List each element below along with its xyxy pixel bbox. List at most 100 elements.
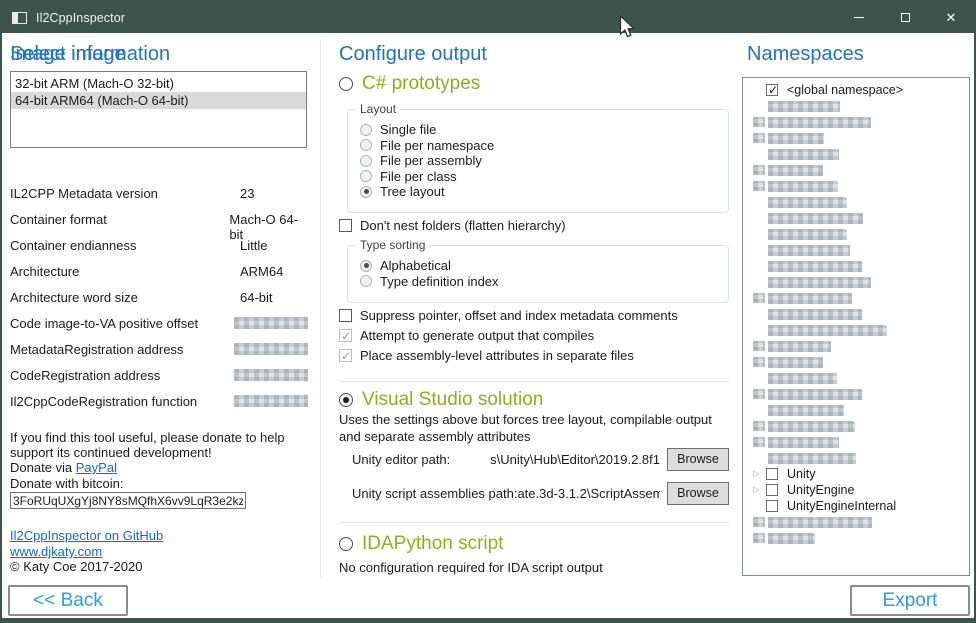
close-button[interactable]: ✕ bbox=[928, 2, 974, 33]
output-option-visual-studio[interactable]: Visual Studio solution bbox=[339, 389, 543, 411]
checkbox-label: Suppress pointer, offset and index metad… bbox=[360, 308, 678, 323]
info-value: 23 bbox=[240, 186, 254, 201]
namespace-row[interactable]: UnityEngineInternal bbox=[743, 498, 969, 514]
minimize-icon bbox=[854, 17, 864, 18]
namespace-row[interactable]: ▷UnityEngine bbox=[743, 482, 969, 498]
image-info-row: ArchitectureARM64 bbox=[10, 264, 308, 290]
section-separator bbox=[339, 381, 729, 382]
redacted-namespace-row bbox=[743, 338, 969, 354]
github-link[interactable]: Il2CppInspector on GitHub bbox=[10, 528, 163, 543]
minimize-button[interactable] bbox=[836, 2, 882, 33]
radio-option[interactable]: Single file bbox=[360, 122, 728, 138]
redacted-namespace-row bbox=[743, 274, 969, 290]
radio-button[interactable] bbox=[360, 186, 372, 198]
namespace-checkbox[interactable] bbox=[766, 468, 778, 480]
checkbox-option[interactable]: Place assembly-level attributes in separ… bbox=[339, 345, 678, 365]
redacted-namespace-row bbox=[743, 418, 969, 434]
output-option-label: Visual Studio solution bbox=[362, 389, 543, 411]
paypal-link[interactable]: PayPal bbox=[76, 460, 117, 475]
checkbox-option[interactable]: Attempt to generate output that compiles bbox=[339, 325, 678, 345]
namespace-row[interactable]: <global namespace> bbox=[743, 82, 969, 98]
expander-icon[interactable]: ▷ bbox=[753, 485, 766, 495]
namespace-checkbox[interactable] bbox=[766, 84, 778, 96]
redacted-namespace bbox=[768, 277, 871, 288]
redacted-namespace bbox=[768, 325, 887, 336]
redacted-namespace-row bbox=[743, 306, 969, 322]
radio-option[interactable]: File per namespace bbox=[360, 138, 728, 154]
browse-script-path-button[interactable]: Browse bbox=[667, 482, 729, 505]
unity-editor-path-row: Unity editor path: s\Unity\Hub\Editor\20… bbox=[352, 447, 729, 471]
namespaces-listbox[interactable]: <global namespace> ▷ Unity▷UnityEngineUnit… bbox=[742, 77, 970, 576]
maximize-button[interactable] bbox=[882, 2, 928, 33]
radio-option[interactable]: File per class bbox=[360, 169, 728, 185]
radio-option[interactable]: Tree layout bbox=[360, 184, 728, 200]
info-label: Architecture word size bbox=[10, 290, 240, 305]
radio-option[interactable]: Alphabetical bbox=[360, 258, 728, 274]
output-option-idapython[interactable]: IDAPython script bbox=[339, 533, 504, 555]
image-listbox[interactable]: 32-bit ARM (Mach-O 32-bit)64-bit ARM64 (… bbox=[10, 71, 307, 148]
close-icon: ✕ bbox=[946, 11, 957, 24]
export-button[interactable]: Export bbox=[850, 585, 970, 616]
expander-icon[interactable]: ▷ bbox=[753, 469, 766, 479]
redacted-lead bbox=[753, 181, 765, 191]
radio-label: Type definition index bbox=[380, 274, 499, 289]
redacted-namespace bbox=[768, 309, 862, 320]
radio-button[interactable] bbox=[360, 275, 372, 287]
checkbox-option[interactable]: Suppress pointer, offset and index metad… bbox=[339, 305, 678, 325]
image-info-row: CodeRegistration address bbox=[10, 368, 308, 394]
titlebar[interactable]: Il2CppInspector ✕ bbox=[2, 2, 974, 33]
radio-label: Single file bbox=[380, 122, 436, 137]
redacted-namespace-row bbox=[743, 290, 969, 306]
bitcoin-address-input[interactable] bbox=[10, 492, 246, 509]
redacted-namespace bbox=[768, 117, 871, 128]
browse-editor-path-button[interactable]: Browse bbox=[667, 448, 729, 471]
redacted-namespace bbox=[768, 373, 837, 384]
namespace-checkbox[interactable] bbox=[766, 484, 778, 496]
checkbox[interactable] bbox=[339, 329, 352, 342]
radio-option[interactable]: File per assembly bbox=[360, 153, 728, 169]
radio-button[interactable] bbox=[360, 124, 372, 136]
checkbox-label: Place assembly-level attributes in separ… bbox=[360, 348, 634, 363]
info-label: Code image-to-VA positive offset bbox=[10, 316, 234, 331]
radio-button[interactable] bbox=[360, 155, 372, 167]
website-link[interactable]: www.djkaty.com bbox=[10, 544, 102, 559]
info-label: CodeRegistration address bbox=[10, 368, 234, 383]
redacted-namespace bbox=[768, 181, 838, 192]
checkbox[interactable] bbox=[339, 219, 352, 232]
unity-script-path-value[interactable]: ate.3d-3.1.2\ScriptAssemblies bbox=[517, 486, 660, 501]
namespace-checkbox[interactable] bbox=[766, 500, 778, 512]
flatten-checkbox-row[interactable]: Don't nest folders (flatten hierarchy) bbox=[339, 215, 566, 235]
checkbox[interactable] bbox=[339, 309, 352, 322]
unity-editor-path-value[interactable]: s\Unity\Hub\Editor\2019.2.8f1 bbox=[450, 452, 660, 467]
namespace-label: Unity bbox=[787, 467, 815, 481]
radio-label: Alphabetical bbox=[380, 258, 451, 273]
info-label: Container format bbox=[10, 212, 229, 227]
radio-button[interactable] bbox=[339, 537, 353, 551]
image-list-item[interactable]: 64-bit ARM64 (Mach-O 64-bit) bbox=[11, 92, 306, 109]
radio-button[interactable] bbox=[339, 393, 353, 407]
radio-option[interactable]: Type definition index bbox=[360, 274, 728, 290]
redacted-lead bbox=[753, 421, 765, 431]
redacted-value bbox=[234, 317, 308, 329]
redacted-lead bbox=[753, 533, 765, 543]
info-value: 64-bit bbox=[240, 290, 273, 305]
radio-label: Tree layout bbox=[380, 184, 445, 199]
back-button[interactable]: << Back bbox=[8, 585, 128, 616]
radio-button[interactable] bbox=[360, 139, 372, 151]
redacted-namespace bbox=[768, 133, 824, 144]
bitcoin-label: Donate with bitcoin: bbox=[10, 476, 123, 491]
type-sorting-groupbox-title: Type sorting bbox=[356, 238, 429, 252]
output-option-csharp[interactable]: C# prototypes bbox=[339, 73, 480, 95]
radio-button[interactable] bbox=[339, 77, 353, 91]
radio-button[interactable] bbox=[360, 170, 372, 182]
checkbox-label: Don't nest folders (flatten hierarchy) bbox=[360, 218, 566, 233]
checkbox[interactable] bbox=[339, 349, 352, 362]
maximize-icon bbox=[901, 13, 910, 22]
app-window: Il2CppInspector ✕ Select image 32-bit AR… bbox=[0, 0, 976, 623]
app-icon bbox=[12, 12, 27, 24]
donate-text: If you find this tool useful, please don… bbox=[10, 430, 310, 491]
radio-button[interactable] bbox=[360, 260, 372, 272]
image-list-item[interactable]: 32-bit ARM (Mach-O 32-bit) bbox=[11, 75, 306, 92]
redacted-value bbox=[234, 369, 308, 381]
namespace-row[interactable]: ▷ Unity bbox=[743, 466, 969, 482]
